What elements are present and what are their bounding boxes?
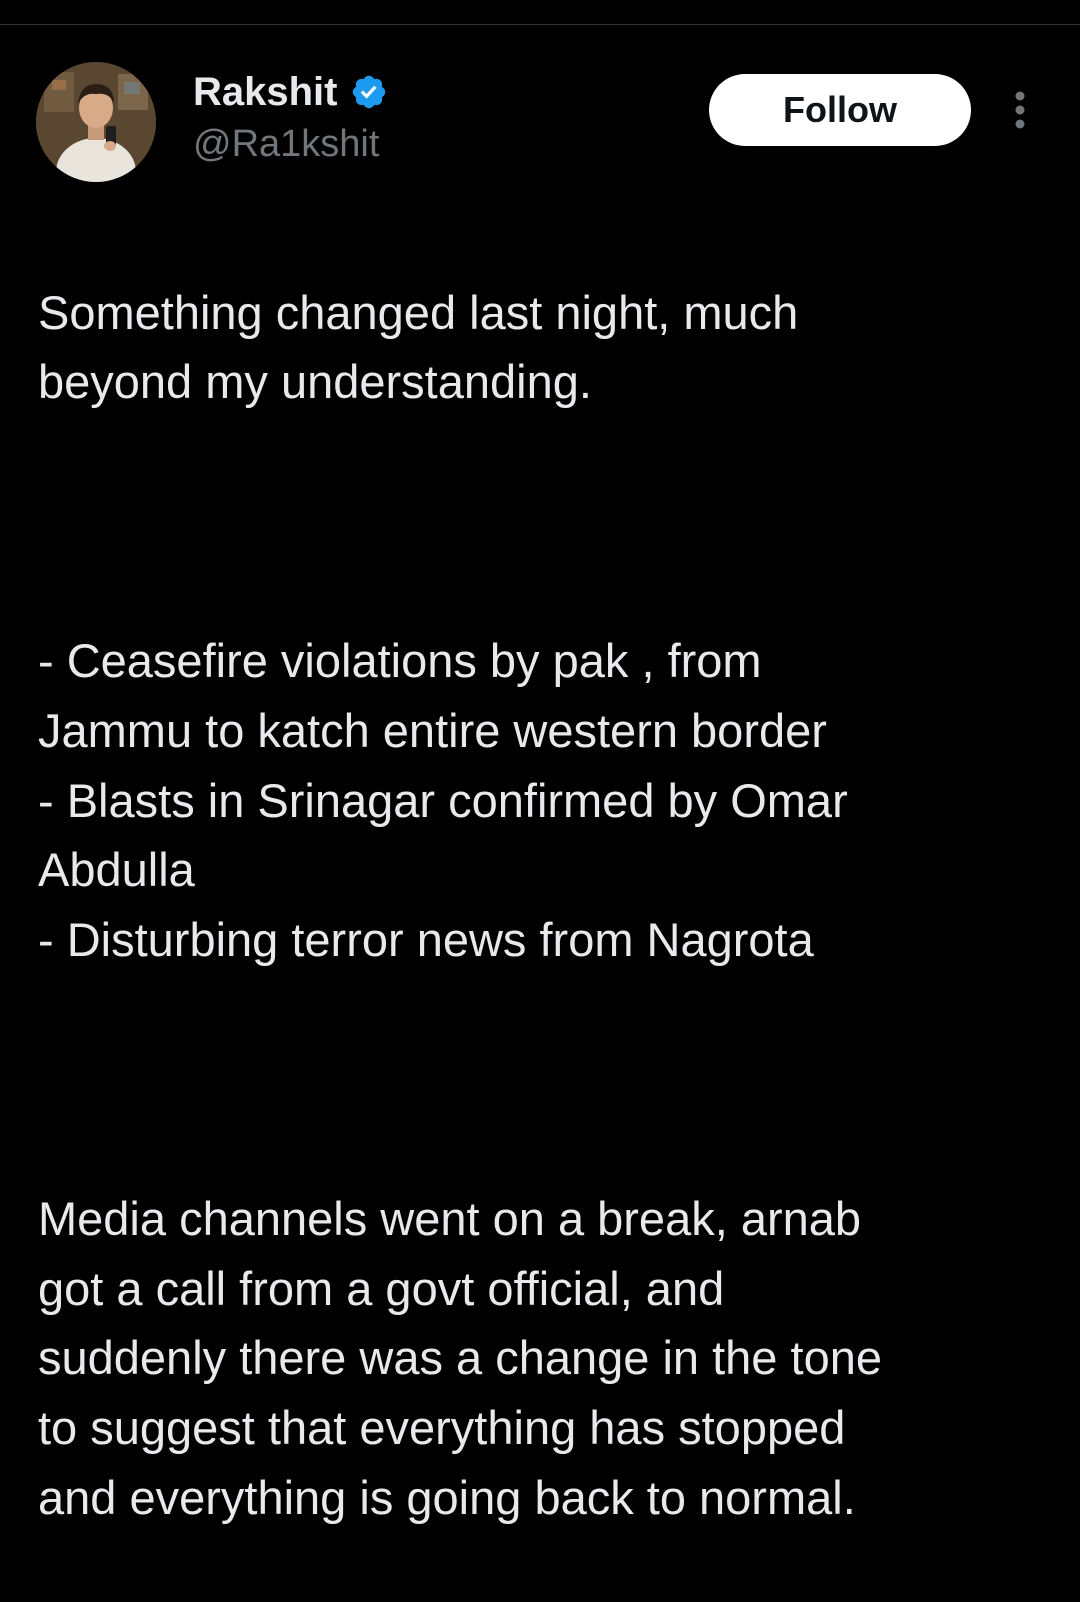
top-divider xyxy=(0,24,1080,25)
more-vertical-icon xyxy=(1015,91,1025,129)
tweet-paragraph: Media channels went on a break, arnab go… xyxy=(38,1191,882,1524)
avatar-image xyxy=(36,62,156,182)
user-avatar[interactable] xyxy=(36,62,156,182)
tweet-paragraph: Something changed last night, much beyon… xyxy=(38,285,799,409)
display-name[interactable]: Rakshit xyxy=(193,66,338,118)
tweet-text: Something changed last night, much beyon… xyxy=(38,208,1048,1602)
author-name-row: Rakshit xyxy=(193,66,388,118)
tweet-paragraph: - Ceasefire violations by pak , from Jam… xyxy=(38,634,848,967)
follow-button[interactable]: Follow xyxy=(709,74,971,146)
more-options-button[interactable] xyxy=(1000,86,1040,134)
user-handle[interactable]: @Ra1kshit xyxy=(193,120,379,168)
verified-badge-icon xyxy=(350,73,388,111)
